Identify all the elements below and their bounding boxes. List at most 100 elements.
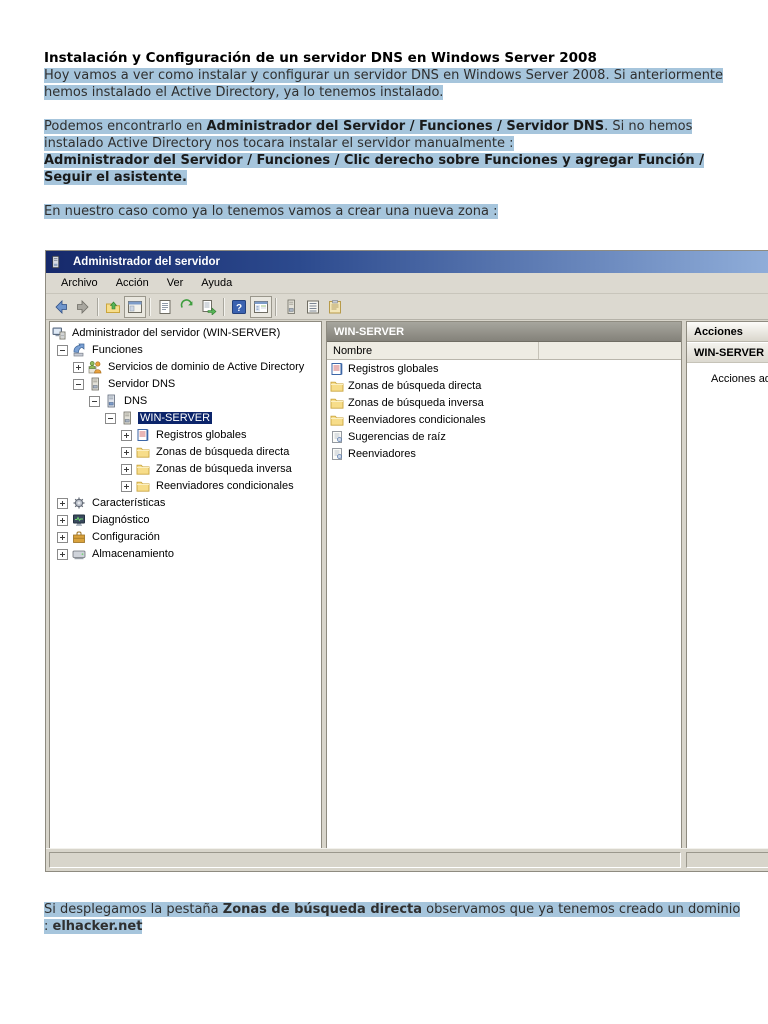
dns-server-icon (91, 377, 99, 391)
find-paragraph: Podemos encontrarlo en Administrador del… (44, 118, 746, 186)
expander-minus-icon[interactable] (89, 395, 100, 407)
clipboard-icon (329, 299, 341, 313)
expander-plus-icon[interactable] (121, 480, 132, 492)
tree-item-win-server[interactable]: WIN-SERVER (50, 410, 321, 426)
tree-item-ad-ds[interactable]: Servicios de dominio de Active Directory (50, 359, 321, 375)
export-list-button[interactable] (198, 296, 220, 318)
toolbar-separator (149, 297, 151, 316)
server-manager-window: Administrador del servidor Archivo Acció… (45, 250, 768, 872)
actions-header: Acciones (687, 322, 768, 342)
folder-icon (136, 481, 150, 492)
expander-plus-icon[interactable] (57, 514, 68, 526)
tree-item-dns[interactable]: DNS (50, 393, 321, 409)
show-console-button[interactable] (124, 295, 146, 318)
intro-paragraph: Hoy vamos a ver como instalar y configur… (44, 68, 724, 100)
expander-plus-icon[interactable] (73, 361, 84, 373)
status-cell (49, 852, 681, 868)
more-actions-link[interactable]: Acciones adicionales (711, 373, 768, 385)
folder-icon (330, 381, 344, 392)
toolbar: ? (46, 294, 768, 320)
refresh-icon (180, 298, 193, 308)
menu-ver[interactable]: Ver (158, 275, 193, 291)
bottom-paragraph: Si desplegamos la pestaña Zonas de búsqu… (44, 901, 746, 935)
expander-minus-icon[interactable] (105, 412, 116, 424)
server-manager-app-icon (52, 255, 60, 269)
tree-item-configuracion[interactable]: Configuración (50, 529, 321, 545)
help-button[interactable]: ? (228, 296, 250, 318)
bottom-text-pre: Si desplegamos la pestaña (44, 902, 223, 917)
folder-icon (330, 398, 344, 409)
column-header-nombre[interactable]: Nombre (327, 342, 539, 359)
server-icon (123, 411, 131, 425)
tree-item-reenviadores-cond[interactable]: Reenviadores condicionales (50, 478, 321, 494)
toolbar-separator (97, 297, 99, 316)
show-tree-button[interactable] (250, 295, 272, 318)
tree-item-root[interactable]: Administrador del servidor (WIN-SERVER) (50, 325, 321, 341)
roles-icon (73, 343, 85, 357)
menu-accion[interactable]: Acción (107, 275, 158, 291)
actions-subheader: WIN-SERVER (687, 343, 768, 363)
expander-plus-icon[interactable] (57, 548, 68, 560)
up-level-button[interactable] (102, 296, 124, 318)
notes-button[interactable] (324, 296, 346, 318)
up-folder-icon (106, 301, 120, 313)
window-title: Administrador del servidor (73, 256, 220, 268)
tree-item-zonas-inversa[interactable]: Zonas de búsqueda inversa (50, 461, 321, 477)
menu-archivo[interactable]: Archivo (52, 275, 107, 291)
results-panel: WIN-SERVER Nombre Registros globales Zon… (326, 321, 682, 851)
server-view-button[interactable] (280, 296, 302, 318)
expander-minus-icon[interactable] (73, 378, 84, 390)
storage-icon (72, 550, 86, 560)
expander-plus-icon[interactable] (121, 446, 132, 458)
console-tree-panel: Administrador del servidor (WIN-SERVER) … (49, 321, 322, 851)
page-title: Instalación y Configuración de un servid… (44, 50, 597, 66)
global-logs-icon (331, 363, 343, 375)
expander-plus-icon[interactable] (121, 429, 132, 441)
bottom-colon: : (44, 919, 53, 934)
list-item-zonas-directa[interactable]: Zonas de búsqueda directa (330, 378, 681, 394)
tree-item-servidor-dns[interactable]: Servidor DNS (50, 376, 321, 392)
refresh-button[interactable] (176, 296, 198, 318)
results-header: WIN-SERVER (327, 322, 681, 342)
find-text-pre: Podemos encontrarlo en (44, 119, 207, 134)
expander-plus-icon[interactable] (121, 463, 132, 475)
selected-tree-label: WIN-SERVER (138, 412, 213, 424)
forward-button[interactable] (72, 296, 94, 318)
list-item-reenviadores[interactable]: Reenviadores (330, 446, 681, 462)
tree-item-registros-globales[interactable]: Registros globales (50, 427, 321, 443)
tree-item-almacenamiento[interactable]: Almacenamiento (50, 546, 321, 562)
expander-minus-icon[interactable] (57, 344, 68, 356)
tutorial-document: Instalación y Configuración de un servid… (44, 50, 746, 237)
forwarders-icon (332, 448, 342, 460)
tree-item-funciones[interactable]: Funciones (50, 342, 321, 358)
list-item-sugerencias-raiz[interactable]: Sugerencias de raíz (330, 429, 681, 445)
tree-item-diagnostico[interactable]: Diagnóstico (50, 512, 321, 528)
back-button[interactable] (50, 296, 72, 318)
list-item-reenviadores-cond[interactable]: Reenviadores condicionales (330, 412, 681, 428)
window-titlebar[interactable]: Administrador del servidor (46, 251, 768, 273)
bottom-text-post: observamos que ya tenemos creado un domi… (422, 902, 741, 917)
list-view-button[interactable] (302, 296, 324, 318)
toolbar-separator (223, 297, 225, 316)
list-item-zonas-inversa[interactable]: Zonas de búsqueda inversa (330, 395, 681, 411)
console-window-icon (128, 300, 142, 313)
features-icon (73, 497, 85, 509)
bottom-domain-bold: elhacker.net (52, 919, 143, 934)
list-item-registros-globales[interactable]: Registros globales (330, 361, 681, 377)
menu-ayuda[interactable]: Ayuda (192, 275, 241, 291)
configuration-icon (73, 531, 85, 543)
svg-text:?: ? (236, 303, 242, 314)
tree-item-caracteristicas[interactable]: Características (50, 495, 321, 511)
expander-plus-icon[interactable] (57, 531, 68, 543)
actions-panel: Acciones WIN-SERVER Acciones adicionales (686, 321, 768, 851)
global-logs-icon (137, 429, 149, 441)
properties-button[interactable] (154, 296, 176, 318)
list-icon (307, 300, 319, 313)
tree-window-icon (254, 300, 268, 313)
case-paragraph: En nuestro caso como ya lo tenemos vamos… (44, 204, 498, 219)
export-list-icon (202, 299, 217, 315)
status-cell (686, 852, 768, 868)
expander-plus-icon[interactable] (57, 497, 68, 509)
tree-item-zonas-directa[interactable]: Zonas de búsqueda directa (50, 444, 321, 460)
folder-icon (136, 464, 150, 475)
